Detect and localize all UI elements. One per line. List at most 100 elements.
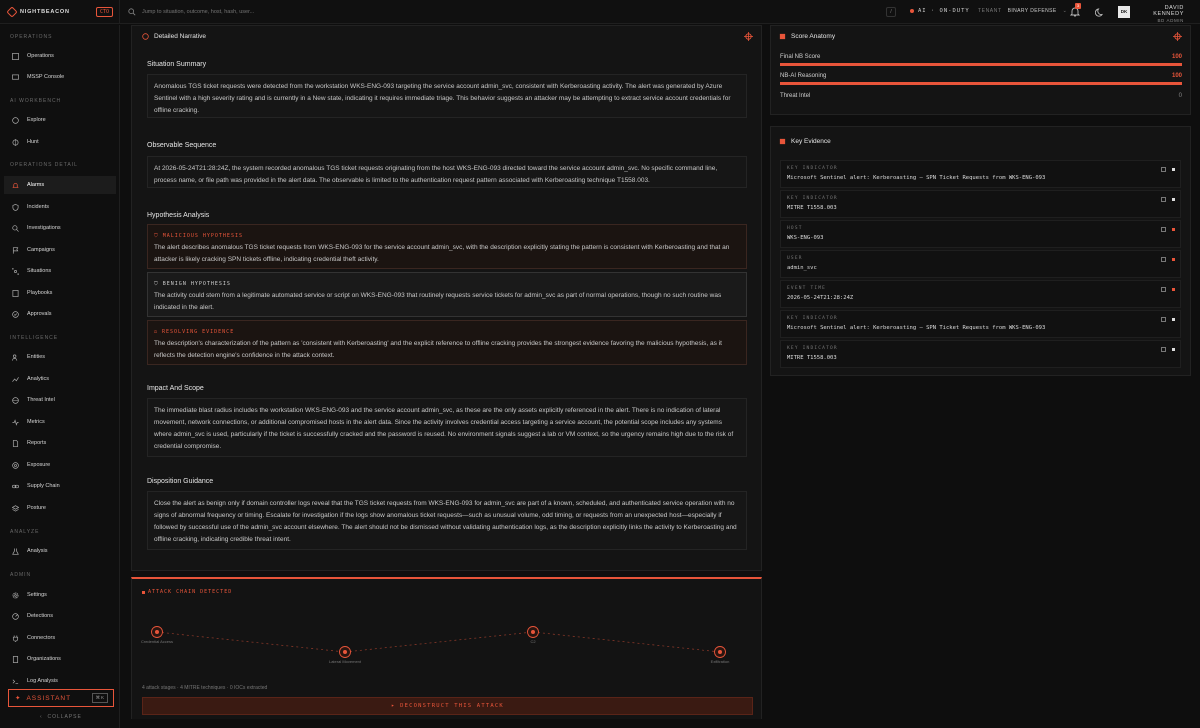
- malicious-hypothesis-label: ⛉ MALICIOUS HYPOTHESIS: [154, 230, 740, 242]
- sidebar-item-connectors[interactable]: Connectors: [4, 629, 116, 647]
- sidebar-item-detections[interactable]: Detections: [4, 607, 116, 625]
- target-icon[interactable]: [744, 32, 753, 41]
- chain-node[interactable]: Exfiltration: [711, 646, 730, 665]
- evidence-item[interactable]: KEY INDICATOR MITRE T1558.003: [780, 340, 1181, 368]
- score-value: 0: [1178, 93, 1182, 99]
- sidebar-item-operations[interactable]: Operations: [4, 47, 116, 65]
- sidebar-item-settings[interactable]: Settings: [4, 586, 116, 604]
- detailed-narrative-panel: Detailed Narrative Situation Summary Ano…: [131, 25, 762, 571]
- brand-kbd-badge[interactable]: CTO: [95, 6, 113, 17]
- evidence-item[interactable]: KEY INDICATOR MITRE T1558.003: [780, 190, 1181, 218]
- panel-title: Score Anatomy: [791, 33, 836, 40]
- sidebar-item-label: Entities: [27, 354, 46, 360]
- situation-summary-text: Anomalous TGS ticket requests were detec…: [147, 74, 747, 118]
- user-menu[interactable]: DAVID KENNEDY BD ADMIN: [1134, 5, 1184, 23]
- chain-edge: [156, 631, 346, 653]
- score-row-threat-intel: Threat Intel 0: [780, 93, 1182, 99]
- copy-icon[interactable]: [1161, 287, 1166, 292]
- copy-icon[interactable]: [1161, 227, 1166, 232]
- brand-logo-icon: [6, 5, 18, 18]
- sidebar-item-label: Reports: [27, 440, 47, 446]
- sidebar-item-label: Supply Chain: [27, 483, 60, 489]
- evidence-value: WKS-ENG-093: [787, 235, 824, 241]
- sidebar-item-alarms[interactable]: Alarms: [4, 176, 116, 194]
- assistant-button[interactable]: ✦ ASSISTANT ⌘K: [8, 689, 114, 707]
- sidebar-item-playbooks[interactable]: Playbooks: [4, 284, 116, 302]
- evidence-item[interactable]: EVENT TIME 2026-05-24T21:28:24Z: [780, 280, 1181, 308]
- sidebar-item-reports[interactable]: Reports: [4, 434, 116, 452]
- sidebar-item-investigations[interactable]: Investigations: [4, 219, 116, 237]
- brand-name: NIGHTBEACON: [20, 8, 70, 15]
- panel-header: Detailed Narrative: [142, 33, 206, 40]
- evidence-label: EVENT TIME: [787, 286, 827, 291]
- sidebar-item-approvals[interactable]: Approvals: [4, 305, 116, 323]
- chain-node[interactable]: Lateral Movement: [329, 646, 362, 665]
- sidebar-item-label: Incidents: [27, 204, 50, 210]
- score-value: 100: [1171, 54, 1182, 60]
- target-icon[interactable]: [1173, 32, 1182, 41]
- sidebar-item-label: Approvals: [27, 311, 52, 317]
- chain-node[interactable]: Credential Access: [141, 626, 173, 645]
- evidence-item[interactable]: USER admin_svc: [780, 250, 1181, 278]
- sidebar-item-incidents[interactable]: Incidents: [4, 198, 116, 216]
- status-dot-icon: [910, 9, 914, 13]
- evidence-item[interactable]: KEY INDICATOR Microsoft Sentinel alert: K…: [780, 310, 1181, 338]
- resolving-evidence-card: ⚖ RESOLVING EVIDENCE The description's ch…: [147, 320, 747, 365]
- sidebar-item-entities[interactable]: Entities: [4, 348, 116, 366]
- copy-icon[interactable]: [1161, 257, 1166, 262]
- sidebar-item-hunt[interactable]: Hunt: [4, 133, 116, 151]
- sidebar-item-label: Analytics: [27, 376, 50, 382]
- sidebar-item-label: Connectors: [27, 635, 56, 641]
- sidebar-item-label: Exposure: [27, 462, 51, 468]
- sidebar-item-label: Posture: [27, 505, 46, 511]
- observable-sequence-title: Observable Sequence: [147, 142, 217, 149]
- sidebar-item-analysis[interactable]: Analysis: [4, 542, 116, 560]
- chain-node-dot: [531, 630, 535, 634]
- brand[interactable]: NIGHTBEACON CTO: [0, 0, 120, 24]
- attack-chain-graph: Credential Access Lateral Movement C2 Exfil…: [141, 626, 730, 665]
- copy-icon[interactable]: [1161, 347, 1166, 352]
- sidebar-item-metrics[interactable]: Metrics: [4, 413, 116, 431]
- chain-node[interactable]: C2: [527, 626, 539, 645]
- deconstruct-attack-button[interactable]: ▸ DECONSTRUCT THIS ATTACK: [142, 697, 753, 715]
- sidebar-item-situations[interactable]: Situations: [4, 262, 116, 280]
- sidebar-item-mssp-console[interactable]: MSSP Console: [4, 68, 116, 86]
- ai-status-indicator[interactable]: AI · ON-DUTY: [910, 8, 970, 14]
- chain-node-dot: [343, 650, 347, 654]
- sidebar-item-campaigns[interactable]: Campaigns: [4, 241, 116, 259]
- score-row-final: Final NB Score 100: [780, 54, 1182, 60]
- sidebar-item-label: Explore: [27, 117, 46, 123]
- monitor-icon: [12, 74, 19, 80]
- search-shortcut-key: /: [886, 7, 896, 17]
- evidence-item[interactable]: HOST WKS-ENG-093: [780, 220, 1181, 248]
- moon-icon[interactable]: [1095, 7, 1105, 17]
- copy-icon[interactable]: [1161, 317, 1166, 322]
- sidebar-item-log-analysis[interactable]: Log Analysis: [4, 672, 116, 690]
- sidebar-item-organizations[interactable]: Organizations: [4, 650, 116, 668]
- chain-node-label: Credential Access: [141, 639, 173, 644]
- tenant-selector[interactable]: TENANT BINARY DEFENSE ⌄: [978, 8, 1067, 14]
- sparkle-icon: ✦: [15, 695, 22, 702]
- evidence-marker-icon: [1172, 168, 1175, 171]
- sidebar-item-label: Log Analysis: [27, 678, 58, 684]
- copy-icon[interactable]: [1161, 197, 1166, 202]
- sidebar-item-exposure[interactable]: Exposure: [4, 456, 116, 474]
- sidebar-item-explore[interactable]: Explore: [4, 111, 116, 129]
- evidence-item[interactable]: KEY INDICATOR Microsoft Sentinel alert: K…: [780, 160, 1181, 188]
- evidence-marker-icon: [1172, 348, 1175, 351]
- panel-title: Detailed Narrative: [154, 33, 207, 40]
- sidebar: OPERATIONS Operations MSSP Console AI WO…: [0, 25, 120, 728]
- sidebar-item-posture[interactable]: Posture: [4, 499, 116, 517]
- sidebar-item-supply-chain[interactable]: Supply Chain: [4, 477, 116, 495]
- sidebar-item-threat-intel[interactable]: Threat Intel: [4, 391, 116, 409]
- users-icon: [12, 354, 18, 361]
- collapse-sidebar-button[interactable]: ‹ COLLAPSE: [40, 714, 82, 720]
- sidebar-item-analytics[interactable]: Analytics: [4, 370, 116, 388]
- sidebar-section-operations: OPERATIONS: [10, 34, 53, 40]
- bell-icon: [12, 182, 19, 188]
- avatar[interactable]: DK: [1118, 6, 1130, 18]
- search-input[interactable]: [142, 8, 742, 15]
- copy-icon[interactable]: [1161, 167, 1166, 172]
- score-anatomy-panel: Score Anatomy Final NB Score 100 NB-AI Re…: [770, 25, 1191, 115]
- disposition-guidance-title: Disposition Guidance: [147, 478, 214, 485]
